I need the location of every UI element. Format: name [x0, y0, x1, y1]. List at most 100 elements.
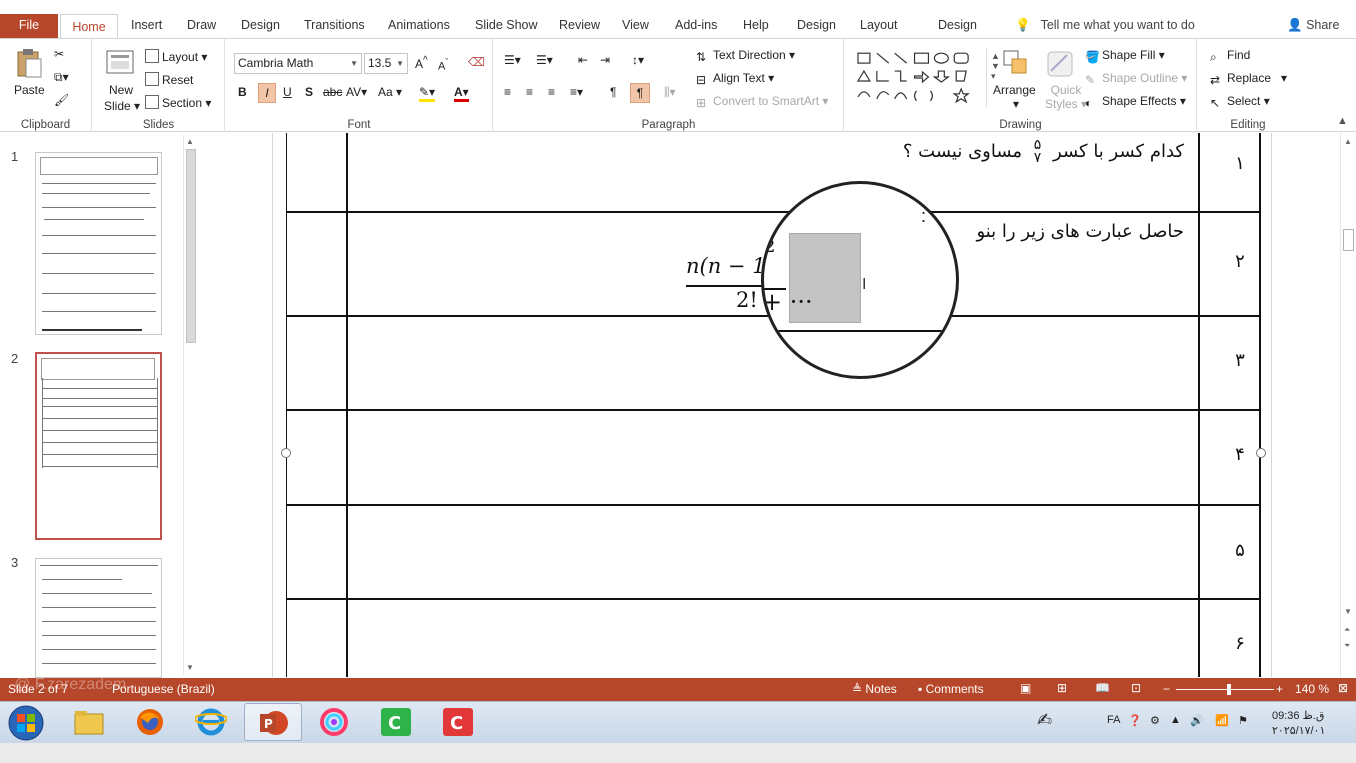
tab-help[interactable]: Help: [743, 18, 769, 32]
previous-slide-icon[interactable]: ⏶: [1344, 625, 1350, 635]
zoom-slider-thumb[interactable]: [1227, 684, 1231, 695]
strikethrough-button[interactable]: abc: [323, 85, 342, 99]
zoom-in-icon[interactable]: +: [1276, 682, 1283, 696]
thumbnails-scrollbar[interactable]: ▲ ▼: [183, 135, 197, 675]
highlight-icon[interactable]: ✎▾: [419, 85, 436, 102]
tray-settings-icon[interactable]: ⚙: [1150, 714, 1160, 727]
action-center-icon[interactable]: ⚑: [1238, 714, 1248, 727]
zoom-out-icon[interactable]: −: [1163, 682, 1170, 696]
equation-denominator[interactable]: 2!: [736, 288, 758, 312]
shadow-button[interactable]: S: [305, 85, 313, 99]
slide-thumbnail-1[interactable]: [35, 152, 162, 335]
copy-icon[interactable]: ⧉▾: [54, 70, 69, 85]
question-1-text[interactable]: کدام کسر با کسر ۵ ۷ مساوی نیست ؟: [903, 138, 1184, 165]
tab-view[interactable]: View: [622, 18, 649, 32]
gallery-scroll-icon[interactable]: ▲ ▼ ▾: [991, 51, 1000, 82]
clock-time[interactable]: 09:36 ق.ظ: [1272, 709, 1324, 722]
clear-formatting-icon[interactable]: ⌫: [468, 55, 485, 69]
help-icon[interactable]: ❓: [1128, 714, 1142, 727]
cut-icon[interactable]: ✂: [54, 47, 64, 61]
tab-design[interactable]: Design: [241, 18, 280, 32]
font-size-select[interactable]: 13.5 ▼: [364, 53, 408, 74]
align-right-icon[interactable]: ≡: [548, 85, 555, 99]
format-painter-icon[interactable]: 🖌: [54, 93, 69, 107]
layout-button[interactable]: Layout ▾: [145, 49, 207, 64]
align-center-icon[interactable]: ≡: [526, 85, 533, 99]
tab-home[interactable]: Home: [60, 14, 118, 40]
select-button[interactable]: ↖ Select ▾: [1210, 94, 1270, 110]
find-button[interactable]: ⌕ Find: [1210, 48, 1250, 64]
taskbar-explorer[interactable]: [60, 703, 118, 741]
shape-fill-button[interactable]: 🪣 Shape Fill ▾: [1085, 48, 1165, 64]
reading-view-icon[interactable]: 📖: [1095, 681, 1110, 695]
equation-plus[interactable]: + ···: [764, 288, 813, 316]
slide-thumbnail-2[interactable]: [35, 352, 162, 540]
line-spacing-icon[interactable]: ↕▾: [632, 53, 644, 67]
slide-canvas[interactable]: ۱ ۲ ۳ ۴ ۵ ۶ کدام کسر با کسر ۵ ۷ مساوی نی…: [272, 133, 1272, 677]
justify-icon[interactable]: ≡▾: [570, 85, 583, 99]
tab-file[interactable]: File: [0, 14, 58, 38]
tab-slide-show[interactable]: Slide Show: [475, 18, 538, 32]
underline-button[interactable]: U: [283, 85, 292, 99]
taskbar-colorful-app[interactable]: [305, 703, 363, 741]
section-button[interactable]: Section ▾: [145, 95, 211, 110]
new-slide-button[interactable]: Slide ▾: [104, 99, 140, 113]
editor-scrollbar[interactable]: ▲ ▼ ⏶ ⏷: [1340, 133, 1356, 677]
tab-insert[interactable]: Insert: [131, 18, 162, 32]
scroll-thumb[interactable]: [1343, 229, 1354, 251]
taskbar-camtasia-green[interactable]: C: [367, 703, 425, 741]
volume-icon[interactable]: 🔊: [1190, 714, 1204, 727]
share-button[interactable]: 👤 Share: [1287, 18, 1339, 33]
align-text-button[interactable]: ⊟ Align Text ▾: [696, 71, 774, 87]
scroll-down-icon[interactable]: ▼: [1344, 607, 1352, 616]
input-language[interactable]: FA: [1107, 714, 1120, 726]
font-name-select[interactable]: Cambria Math ▼: [234, 53, 362, 74]
font-color-icon[interactable]: A▾: [454, 85, 469, 102]
tab-table-layout[interactable]: Layout: [860, 18, 898, 32]
increase-indent-icon[interactable]: ⇥: [600, 53, 610, 67]
replace-button[interactable]: ⇄ Replace ▾: [1210, 71, 1287, 87]
bold-button[interactable]: B: [238, 85, 247, 99]
slideshow-view-icon[interactable]: ⊡: [1131, 681, 1141, 695]
slide-thumbnail-3[interactable]: [35, 558, 162, 678]
tab-add-ins[interactable]: Add-ins: [675, 18, 717, 32]
rtl-icon[interactable]: ¶: [630, 83, 650, 103]
taskbar-firefox[interactable]: [121, 703, 179, 741]
quick-styles-button[interactable]: Quick Styles ▾: [1045, 83, 1087, 111]
new-slide-label-1[interactable]: New: [109, 83, 133, 97]
comments-button[interactable]: ▪ Comments: [918, 682, 984, 696]
windows-start-icon[interactable]: [6, 704, 46, 742]
slide-sorter-icon[interactable]: ⊞: [1057, 681, 1067, 695]
normal-view-icon[interactable]: ▣: [1020, 681, 1031, 695]
tab-table-design[interactable]: Design: [938, 18, 977, 32]
decrease-font-icon[interactable]: Aˇ: [438, 57, 448, 73]
taskbar-internet-explorer[interactable]: [182, 703, 240, 741]
scroll-up-icon[interactable]: ▲: [186, 137, 194, 146]
reset-button[interactable]: Reset: [145, 72, 193, 87]
fit-to-window-icon[interactable]: ⊠: [1338, 681, 1348, 695]
zoom-slider[interactable]: [1176, 689, 1274, 690]
numbering-icon[interactable]: ☰▾: [536, 53, 553, 67]
scroll-thumb[interactable]: [186, 149, 196, 343]
tab-transitions[interactable]: Transitions: [304, 18, 365, 32]
bullets-icon[interactable]: ☰▾: [504, 53, 521, 67]
arrange-button[interactable]: Arrange ▾: [993, 83, 1036, 111]
text-direction-button[interactable]: ⇅ Text Direction ▾: [696, 48, 795, 64]
taskbar-camtasia-red[interactable]: C: [429, 703, 487, 741]
align-left-icon[interactable]: ≡: [504, 85, 511, 99]
network-icon[interactable]: 📶: [1215, 714, 1229, 727]
increase-font-icon[interactable]: A^: [415, 55, 428, 71]
next-slide-icon[interactable]: ⏷: [1344, 641, 1350, 651]
columns-icon[interactable]: ⫼▾: [664, 85, 676, 100]
tab-animations[interactable]: Animations: [388, 18, 450, 32]
ltr-icon[interactable]: ¶: [610, 85, 616, 99]
decrease-indent-icon[interactable]: ⇤: [578, 53, 588, 67]
paste-button[interactable]: Paste: [14, 83, 45, 97]
scroll-down-icon[interactable]: ▼: [186, 663, 194, 672]
zoom-level[interactable]: 140 %: [1295, 682, 1329, 696]
character-spacing-icon[interactable]: AV▾: [346, 85, 367, 99]
clock-date[interactable]: ۲۰۲۵/۱۷/۰۱: [1272, 724, 1325, 737]
scroll-up-icon[interactable]: ▲: [1344, 137, 1352, 146]
pen-input-icon[interactable]: ✍: [1037, 710, 1052, 731]
convert-smartart-button[interactable]: ⊞ Convert to SmartArt ▾: [696, 94, 828, 110]
